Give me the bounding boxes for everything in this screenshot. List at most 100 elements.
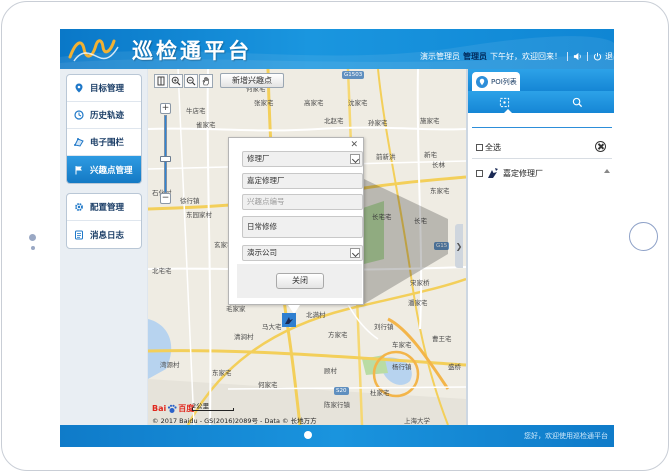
speaker-icon[interactable] [573, 52, 582, 61]
left-navigation: 目标管理 历史轨迹 电子围栏 兴趣点管理 配置管理 消息日志 [60, 69, 147, 425]
hand-tool-button[interactable] [199, 74, 213, 88]
nav-item-config-management[interactable]: 配置管理 [67, 194, 141, 221]
nav-item-label: 配置管理 [90, 203, 125, 213]
poi-category-select[interactable]: 修理厂 [242, 151, 363, 167]
panel-collapse-handle[interactable]: ❯ [455, 224, 463, 268]
pan-icon [157, 76, 165, 86]
page-indicator-icon [304, 431, 312, 439]
crosshair-icon [499, 97, 510, 107]
map-scale: 2公里 [192, 400, 234, 411]
hand-icon [202, 77, 209, 86]
nav-item-message-log[interactable]: 消息日志 [67, 221, 141, 248]
map-toolbar [154, 74, 213, 88]
tab-label: POI列表 [491, 77, 517, 86]
gear-icon [75, 203, 83, 211]
nav-item-target-management[interactable]: 目标管理 [67, 75, 141, 102]
zoom-out-button[interactable]: − [160, 193, 171, 204]
nav-item-label: 电子围栏 [90, 138, 125, 148]
log-icon [75, 230, 83, 239]
pan-tool-button[interactable] [154, 74, 168, 88]
select-all-label: 全选 [485, 142, 501, 152]
poi-list-panel: POI列表 全选 嘉定修理厂 [466, 69, 614, 425]
greeting-text: 下午好，欢迎回来！ [490, 51, 562, 61]
zoom-in-icon [171, 76, 181, 86]
zoom-in-tool-button[interactable] [169, 74, 183, 88]
popup-close-button[interactable]: 关闭 [276, 273, 324, 289]
app-title: 巡检通平台 [132, 38, 252, 63]
popup-footer: 关闭 [237, 264, 362, 298]
new-poi-button[interactable]: 新增兴趣点 [220, 73, 284, 88]
zoom-slider-handle[interactable] [160, 155, 171, 162]
poi-info-popup: ✕ 修理厂 嘉定修理厂 兴趣点编号 日常修修 演示公司 关闭 [228, 137, 364, 314]
nav-item-label: 目标管理 [90, 84, 125, 94]
app-header: 巡检通平台 演示管理员 管理员 下午好，欢迎回来！ 退出 [60, 29, 614, 69]
zoom-slider-track[interactable] [164, 115, 167, 193]
zoom-control: + − [157, 93, 173, 204]
nav-item-poi-management[interactable]: 兴趣点管理 [67, 156, 141, 183]
poi-list-tools [468, 91, 614, 113]
poi-code-input[interactable]: 兴趣点编号 [242, 194, 363, 210]
clear-selection-icon[interactable] [595, 141, 606, 152]
poi-category-value: 修理厂 [247, 154, 270, 163]
zoom-in-button[interactable]: + [160, 103, 171, 114]
app-footer: 您好，欢迎使用巡检通平台 [60, 425, 614, 447]
sensor-icon [31, 246, 35, 250]
checkbox[interactable] [476, 169, 483, 177]
nav-item-label: 兴趣点管理 [90, 165, 133, 176]
map-canvas[interactable]: 何家宅 张家宅 高家宅 沈家宅 牛店宅 雀家宅 施家宅 北赵宅 孙家宅 前新洪 … [148, 69, 466, 425]
home-button[interactable] [629, 222, 658, 251]
chevron-down-icon [350, 154, 360, 164]
user-name: 管理员 [463, 51, 487, 61]
app-logo-icon [68, 39, 119, 62]
poi-company-value: 演示公司 [247, 248, 277, 257]
divider [587, 51, 588, 61]
location-pin-icon [75, 83, 83, 93]
nav-item-history-track[interactable]: 历史轨迹 [67, 102, 141, 129]
tablet-frame: 巡检通平台 演示管理员 管理员 下午好，欢迎回来！ 退出 [1, 1, 669, 471]
list-item-label: 嘉定修理厂 [503, 168, 543, 178]
chevron-down-icon [350, 248, 360, 258]
zoom-out-tool-button[interactable] [184, 74, 198, 88]
map-copyright: © 2017 Baidu - GS(2016)2089号 - Data © 长地… [152, 417, 317, 425]
list-item[interactable]: 嘉定修理厂 [476, 166, 610, 180]
power-icon[interactable] [593, 52, 602, 61]
logout-link[interactable]: 退出 [605, 51, 614, 62]
history-icon [74, 110, 84, 120]
nav-item-geofence[interactable]: 电子围栏 [67, 129, 141, 156]
poi-description-input[interactable]: 日常修修 [242, 216, 363, 238]
divider [472, 158, 612, 159]
user-role: 演示管理员 [420, 51, 460, 61]
locate-tool[interactable] [468, 97, 541, 108]
fence-icon [74, 138, 84, 147]
nav-item-label: 历史轨迹 [90, 111, 125, 121]
baidu-logo-text: Bai [152, 404, 167, 413]
search-icon [572, 97, 583, 107]
poi-company-select[interactable]: 演示公司 [242, 245, 363, 261]
scale-bar [192, 408, 234, 411]
screen: 巡检通平台 演示管理员 管理员 下午好，欢迎回来！ 退出 [60, 29, 614, 447]
nav-group-settings: 配置管理 消息日志 [66, 193, 142, 249]
select-all-checkbox[interactable]: 全选 [476, 141, 608, 153]
divider [472, 127, 612, 128]
footer-message: 您好，欢迎使用巡检通平台 [524, 432, 608, 440]
camera-icon [29, 234, 36, 241]
popup-close-icon[interactable]: ✕ [350, 140, 358, 150]
divider [567, 51, 568, 61]
zoom-out-icon [186, 76, 196, 86]
poi-marker-icon[interactable] [282, 313, 296, 327]
user-bar: 演示管理员 管理员 下午好，欢迎回来！ 退出 [420, 49, 614, 63]
baidu-logo: Bai 百度 [152, 403, 194, 414]
repair-shop-icon [488, 168, 498, 178]
search-tool[interactable] [541, 97, 614, 108]
active-tool-indicator [504, 109, 512, 113]
tab-poi-list[interactable]: POI列表 [472, 72, 520, 91]
poi-name-input[interactable]: 嘉定修理厂 [242, 173, 363, 189]
nav-group-main: 目标管理 历史轨迹 电子围栏 兴趣点管理 [66, 74, 142, 184]
poi-tab-bar: POI列表 [468, 69, 614, 91]
map-pin-icon [476, 75, 488, 88]
chevron-up-icon[interactable] [604, 169, 610, 173]
nav-item-label: 消息日志 [90, 230, 125, 241]
baidu-paw-icon [168, 404, 177, 413]
flag-icon [75, 165, 82, 174]
checkbox[interactable] [476, 143, 483, 151]
